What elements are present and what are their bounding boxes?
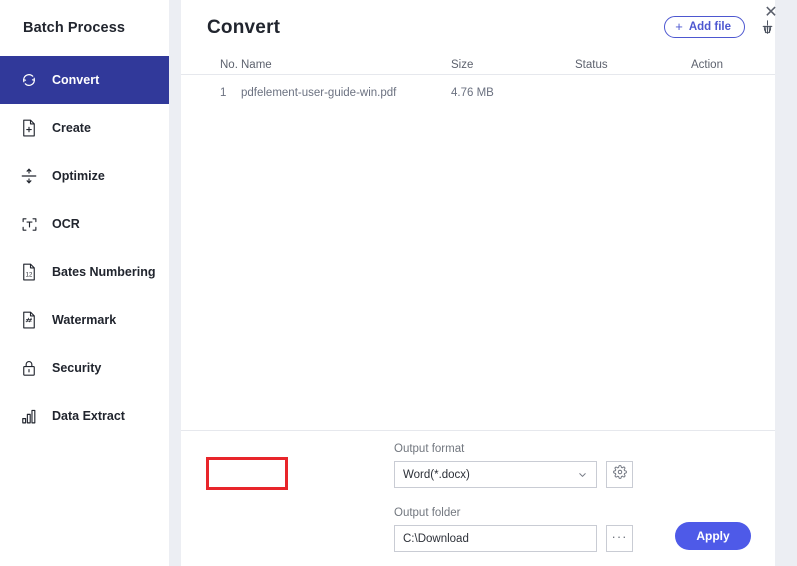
bates-number-icon: 12 — [18, 261, 40, 283]
browse-folder-button[interactable]: ··· — [606, 525, 633, 552]
bar-chart-icon — [18, 405, 40, 427]
output-format-group: Output format Word(*.docx) — [394, 443, 633, 488]
sidebar-item-label: Convert — [52, 73, 100, 87]
sidebar-item-label: Create — [52, 121, 91, 135]
file-plus-icon — [18, 117, 40, 139]
page-title: Convert — [207, 16, 281, 38]
apply-button[interactable]: Apply — [675, 522, 751, 550]
sidebar-item-label: Optimize — [52, 169, 105, 183]
right-edge-strip — [775, 0, 786, 566]
watermark-icon — [18, 309, 40, 331]
brand: Batch Process — [0, 0, 169, 56]
output-format-settings-button[interactable] — [606, 461, 633, 488]
plus-icon: + — [675, 19, 683, 34]
brand-title: Batch Process — [23, 20, 126, 36]
output-folder-value: C:\Download — [403, 532, 469, 545]
sidebar-main-gap — [169, 0, 181, 566]
sidebar-item-data-extract[interactable]: Data Extract — [0, 392, 169, 440]
lock-icon — [18, 357, 40, 379]
refresh-icon — [18, 69, 40, 91]
sidebar-item-optimize[interactable]: Optimize — [0, 152, 169, 200]
sidebar-item-label: Bates Numbering — [52, 265, 156, 279]
page-header: Convert + Add file — [181, 0, 786, 55]
chevron-down-icon — [577, 469, 588, 480]
column-header-name: Name — [241, 58, 272, 71]
file-table: No. Name Size Status Action 1 pdfelement… — [181, 55, 775, 111]
sidebar-item-bates-numbering[interactable]: 12 Bates Numbering — [0, 248, 169, 296]
sidebar-nav: Convert Create Optimize OCR 12 Bates Num… — [0, 56, 169, 440]
output-format-row: Word(*.docx) — [394, 461, 633, 488]
add-file-button[interactable]: + Add file — [664, 16, 745, 38]
cell-no: 1 — [220, 87, 227, 99]
column-header-no: No. — [220, 58, 238, 71]
cell-size: 4.76 MB — [451, 87, 494, 99]
sidebar-item-security[interactable]: Security — [0, 344, 169, 392]
output-format-label: Output format — [394, 443, 465, 455]
svg-text:12: 12 — [26, 273, 33, 279]
gear-icon — [612, 465, 627, 484]
compress-icon — [18, 165, 40, 187]
output-settings: Output format Word(*.docx) Output folder… — [181, 431, 775, 566]
sidebar-item-ocr[interactable]: OCR — [0, 200, 169, 248]
output-format-value: Word(*.docx) — [403, 468, 470, 481]
output-folder-label: Output folder — [394, 507, 461, 519]
ocr-text-icon — [18, 213, 40, 235]
sidebar-item-convert[interactable]: Convert — [0, 56, 169, 104]
close-icon[interactable]: ✕ — [762, 3, 780, 21]
sidebar-item-label: Security — [52, 361, 102, 375]
cell-name: pdfelement-user-guide-win.pdf — [241, 87, 397, 99]
sidebar-item-label: Watermark — [52, 313, 117, 327]
column-header-action: Action — [691, 58, 723, 71]
output-folder-row: C:\Download ··· — [394, 525, 633, 552]
sidebar: Batch Process Convert Create Optimize OC… — [0, 0, 169, 566]
add-file-label: Add file — [688, 21, 731, 33]
sidebar-item-create[interactable]: Create — [0, 104, 169, 152]
sidebar-item-label: OCR — [52, 217, 80, 231]
output-folder-group: Output folder C:\Download ··· — [394, 507, 633, 552]
output-folder-input[interactable]: C:\Download — [394, 525, 597, 552]
table-header-row: No. Name Size Status Action — [181, 55, 775, 75]
output-format-select[interactable]: Word(*.docx) — [394, 461, 597, 488]
main-panel: ✕ Convert + Add file No. Name Size Statu… — [181, 0, 786, 566]
column-header-size: Size — [451, 58, 474, 71]
batch-process-window: Batch Process Convert Create Optimize OC… — [0, 0, 797, 566]
sidebar-item-watermark[interactable]: Watermark — [0, 296, 169, 344]
sidebar-item-label: Data Extract — [52, 409, 125, 423]
column-header-status: Status — [575, 58, 608, 71]
table-row[interactable]: 1 pdfelement-user-guide-win.pdf 4.76 MB — [181, 75, 775, 111]
